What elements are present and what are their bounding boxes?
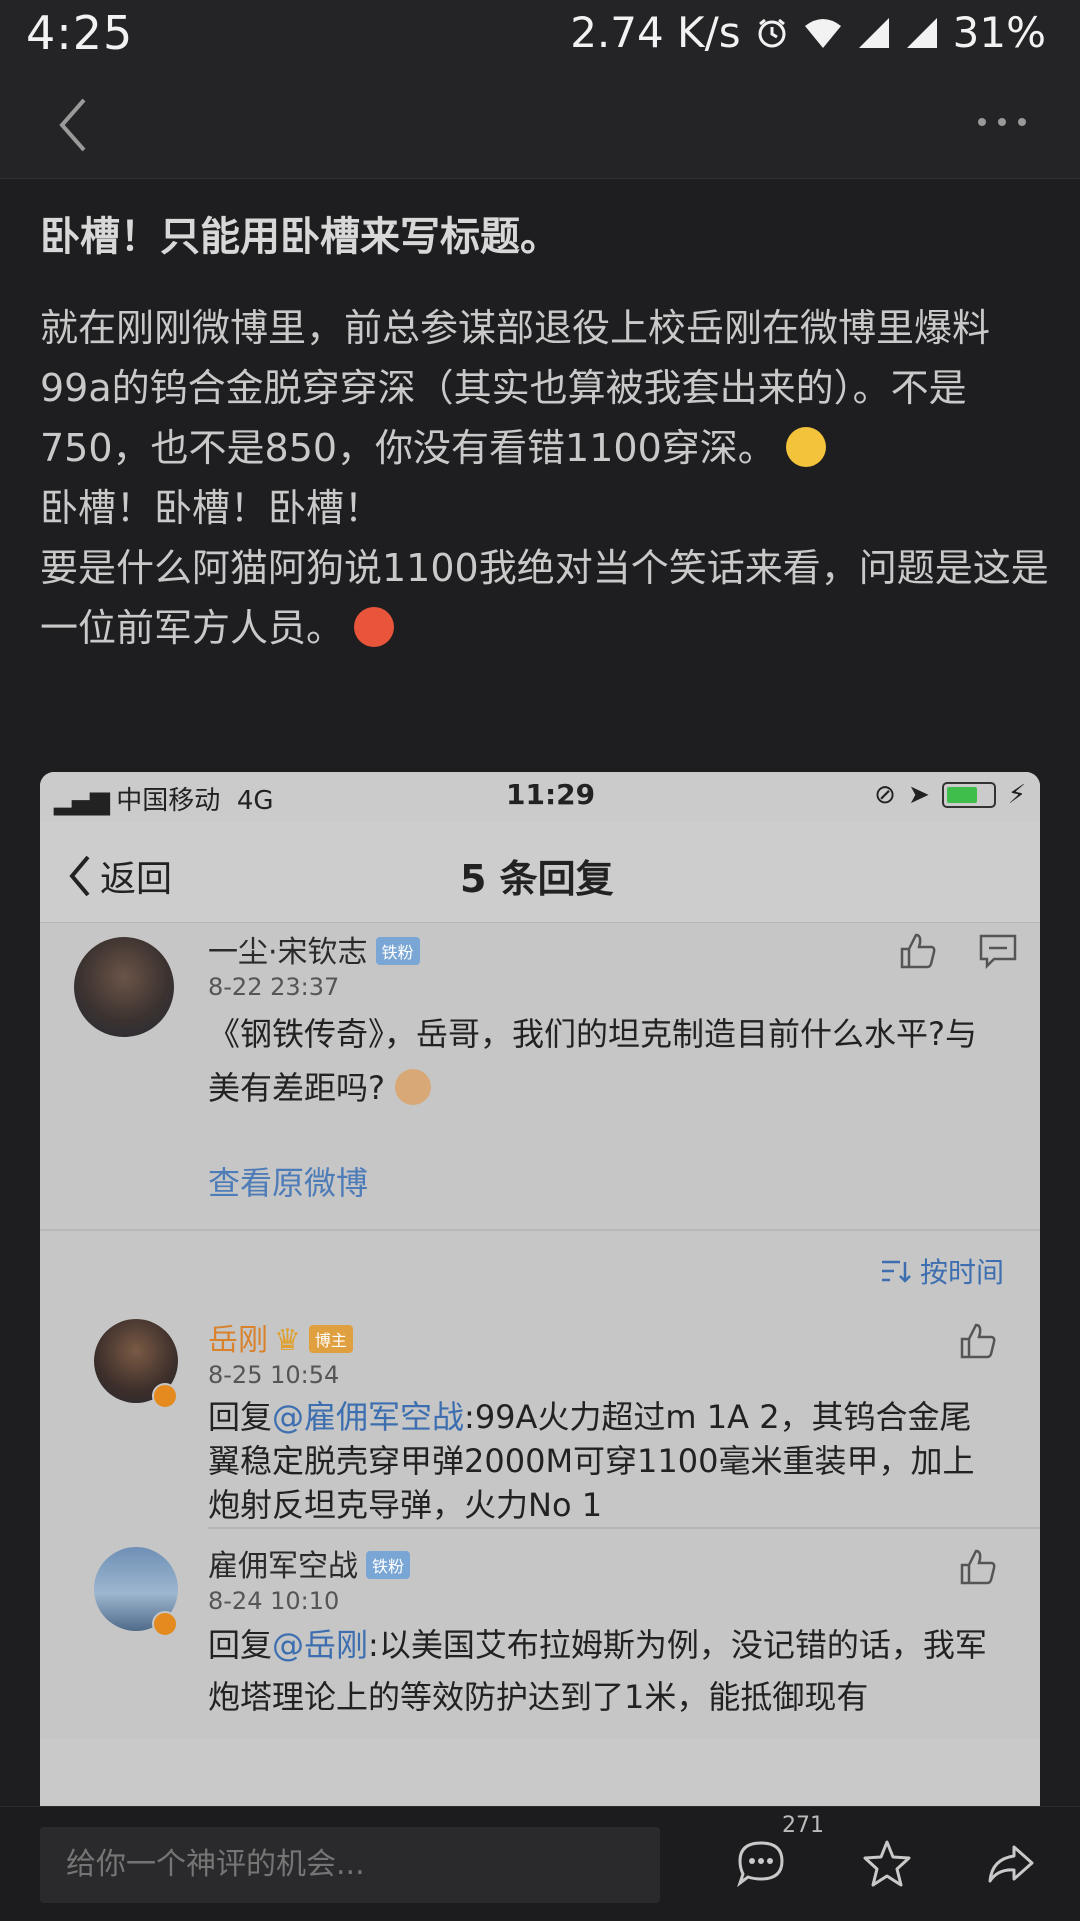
more-options-icon[interactable] (970, 102, 1040, 142)
crown-icon: ♛ (274, 1323, 301, 1358)
fan-badge: 铁粉 (366, 1551, 411, 1579)
status-right: 2.74 K/s 31% (570, 8, 1046, 57)
reply-user-name: 雇佣军空战 铁粉 (208, 1541, 411, 1585)
signal-icon (858, 17, 889, 48)
lock-rotation-icon: ⊘ (874, 780, 896, 810)
host-badge: 博主 (308, 1325, 353, 1353)
share-icon[interactable] (984, 1837, 1038, 1891)
wifi-icon (804, 18, 841, 48)
star-icon[interactable] (860, 1837, 914, 1891)
network-speed: 2.74 K/s (570, 8, 741, 57)
charging-icon: ⚡ (1007, 780, 1026, 810)
paragraph-1-text: 就在刚刚微博里，前总参谋部退役上校岳刚在微博里爆料99a的钨合金脱穿穿深（其实也… (40, 306, 991, 470)
smirk-emoji-icon (354, 607, 395, 647)
reply-user-name: 岳刚 ♛ 博主 (208, 1315, 353, 1359)
original-user-name: 一尘·宋钦志 铁粉 (208, 927, 420, 971)
original-comment: 一尘·宋钦志 铁粉 8-22 23:37 《钢铁传奇》，岳哥，我们的坦克制造目前什… (40, 923, 1040, 1231)
location-icon: ➤ (907, 780, 930, 810)
shot-back: 返回 (66, 850, 172, 902)
sort-icon (881, 1260, 911, 1283)
thumbs-up-icon (900, 933, 936, 969)
sort-by-time: 按时间 (880, 1251, 1004, 1291)
comment-icon (979, 934, 1017, 969)
shot-back-chevron-icon (69, 855, 90, 897)
original-time: 8-22 23:37 (208, 973, 340, 1001)
thumbs-up-icon (960, 1549, 996, 1585)
article-paragraph-1: 就在刚刚微博里，前总参谋部退役上校岳刚在微博里爆料99a的钨合金脱穿穿深（其实也… (40, 298, 1050, 478)
article-paragraph-2: 卧槽！卧槽！卧槽！ (40, 486, 383, 530)
top-bar (0, 66, 1080, 179)
shot-battery-icon (941, 782, 996, 808)
comment-bubble-icon[interactable] (734, 1837, 788, 1891)
reply-item: 岳刚 ♛ 博主 8-25 10:54 回复@雇佣军空战:99A火力超过m 1A 2，… (40, 1303, 1040, 1529)
signal-icon-2 (906, 17, 937, 48)
article-paragraph-3: 要是什么阿猫阿狗说1100我绝对当个笑话来看，问题是这是一位前军方人员。 (40, 538, 1050, 658)
reply-text: 回复@雇佣军空战:99A火力超过m 1A 2，其钨合金尾翼稳定脱壳穿甲弹2000… (208, 1398, 975, 1524)
back-arrow-icon[interactable] (48, 90, 108, 160)
bottom-bar: 271 (0, 1806, 1080, 1921)
reply-text: 回复@岳刚:以美国艾布拉姆斯为例，没记错的话，我军炮塔理论上的等效防护达到了1米… (208, 1626, 987, 1716)
paragraph-3-text: 要是什么阿猫阿狗说1100我绝对当个笑话来看，问题是这是一位前军方人员。 (40, 546, 1049, 650)
verified-icon (152, 1611, 178, 1637)
status-bar: 4:25 2.74 K/s 31% (0, 0, 1080, 66)
avatar (74, 937, 174, 1037)
shot-title: 5 条回复 (460, 857, 614, 901)
sort-bar: 按时间 (40, 1231, 1040, 1303)
comment-input[interactable] (40, 1827, 660, 1903)
shot-carrier: ▂▄▆ 中国移动 4G (54, 786, 274, 816)
article-title: 卧槽！只能用卧槽来写标题。 (40, 214, 560, 260)
original-comment-text: 《钢铁传奇》，岳哥，我们的坦克制造目前什么水平?与美有差距吗? (208, 1015, 977, 1107)
shot-time: 11:29 (506, 778, 596, 811)
embedded-screenshot[interactable]: ▂▄▆ 中国移动 4G 11:29 ⊘ ➤ ⚡ 返回 5 条回复 一尘·宋钦志 铁粉 … (40, 772, 1040, 1806)
thumbs-up-icon (960, 1323, 996, 1359)
status-time: 4:25 (26, 6, 134, 60)
shocked-emoji-icon (785, 427, 826, 467)
comment-count: 271 (782, 1813, 824, 1838)
shot-status-icons: ⊘ ➤ ⚡ (874, 780, 1026, 810)
view-original-link: 查看原微博 (208, 1164, 369, 1202)
folded-hands-emoji-icon (395, 1069, 431, 1105)
article-body: 卧槽！只能用卧槽来写标题。 就在刚刚微博里，前总参谋部退役上校岳刚在微博里爆料9… (40, 210, 1050, 658)
reply-time: 8-25 10:54 (208, 1361, 340, 1389)
alarm-icon (758, 18, 786, 47)
reply-item: 雇佣军空战 铁粉 8-24 10:10 回复@岳刚:以美国艾布拉姆斯为例，没记错的… (40, 1529, 1040, 1739)
verified-icon (152, 1383, 178, 1409)
shot-nav-bar: 返回 5 条回复 (40, 822, 1040, 923)
battery-level: 31% (952, 8, 1046, 57)
shot-status-bar: ▂▄▆ 中国移动 4G 11:29 ⊘ ➤ ⚡ (40, 772, 1040, 822)
fan-badge: 铁粉 (375, 937, 420, 965)
reply-time: 8-24 10:10 (208, 1587, 340, 1615)
